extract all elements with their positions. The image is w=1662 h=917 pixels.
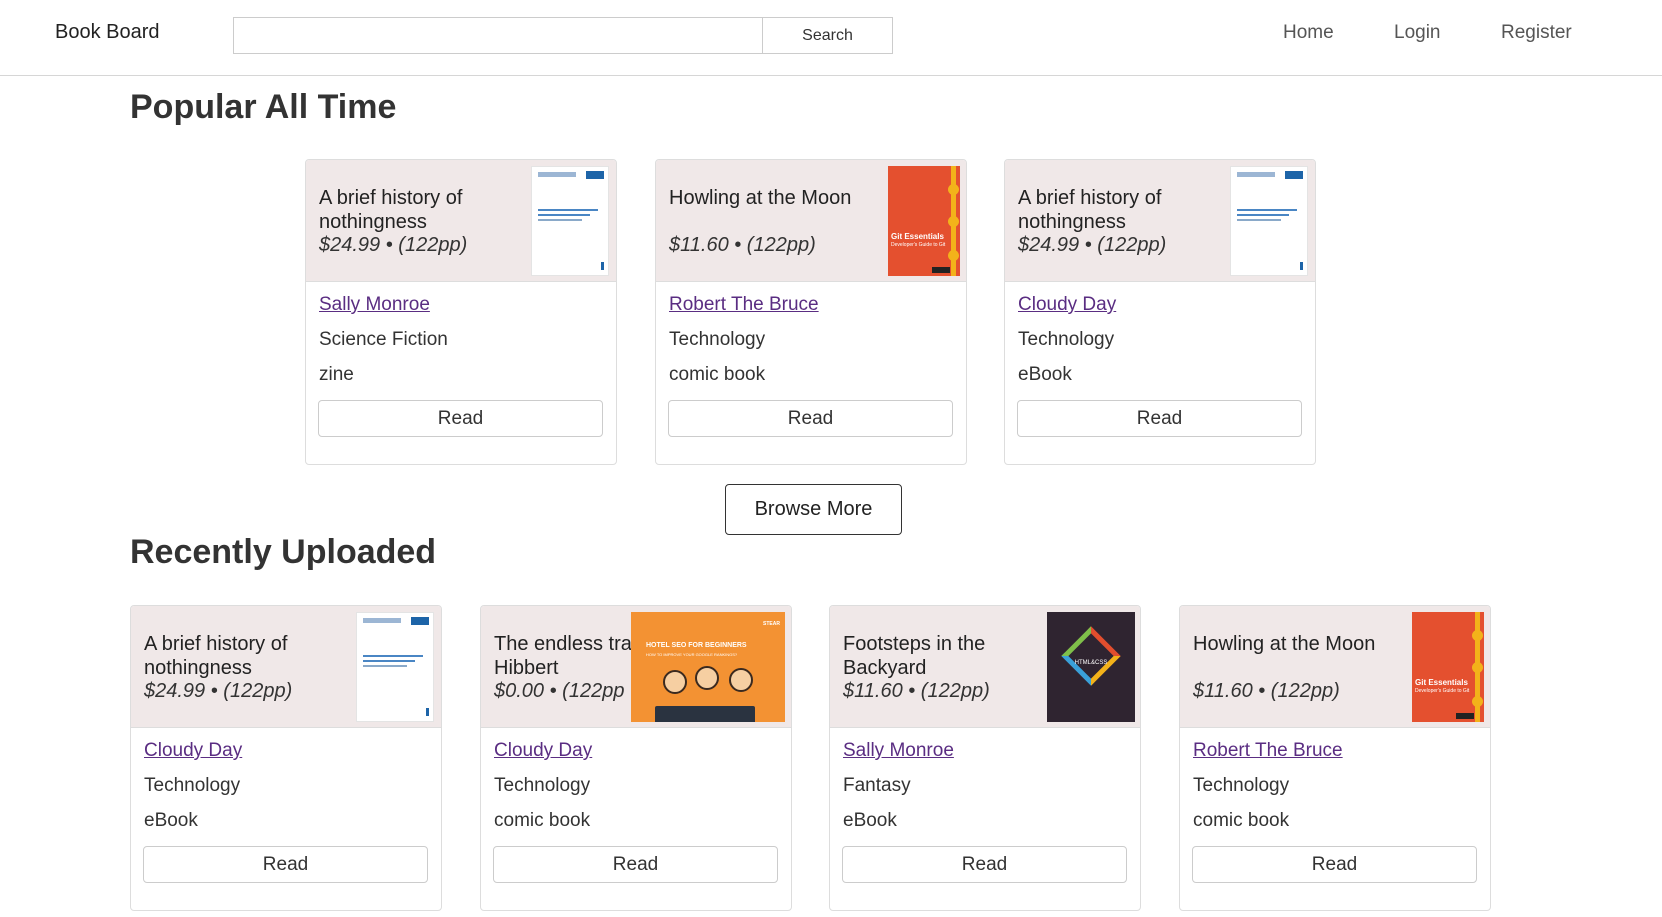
search-input[interactable] (233, 17, 762, 54)
browse-more-button[interactable]: Browse More (725, 484, 902, 535)
book-genre: Technology (144, 775, 241, 796)
book-card: Footsteps in the Backyard $11.60 • (122p… (829, 605, 1141, 911)
document-cover-image (1230, 166, 1308, 276)
book-title: A brief history of nothingness (1018, 187, 1162, 233)
book-format: zine (319, 364, 354, 385)
git-essentials-cover-image: Git Essentials Developer's Guide to Git (888, 166, 960, 276)
book-format: eBook (1018, 364, 1072, 385)
author-link[interactable]: Sally Monroe (843, 740, 954, 762)
read-button[interactable]: Read (668, 400, 953, 437)
nav-register-link[interactable]: Register (1501, 22, 1572, 44)
book-card: A brief history of nothingness $24.99 • … (1004, 159, 1316, 465)
search-button[interactable]: Search (762, 17, 893, 54)
git-essentials-cover-image: Git Essentials Developer's Guide to Git (1412, 612, 1484, 722)
read-button[interactable]: Read (493, 846, 778, 883)
book-price: $24.99 • (122pp) (1018, 234, 1167, 256)
book-card: A brief history of nothingness $24.99 • … (130, 605, 442, 911)
book-genre: Technology (1018, 329, 1115, 350)
book-price: $11.60 • (122pp) (1193, 680, 1340, 702)
book-format: eBook (843, 810, 897, 831)
navbar: Book Board Search Home Login Register (0, 0, 1662, 76)
book-price: $0.00 • (122pp (494, 680, 625, 702)
author-link[interactable]: Robert The Bruce (669, 294, 819, 316)
book-card-header: A brief history of nothingness $24.99 • … (1005, 160, 1315, 282)
book-title: A brief history of nothingness (319, 187, 463, 233)
book-price: $11.60 • (122pp) (843, 680, 990, 702)
book-card-header: A brief history of nothingness $24.99 • … (131, 606, 441, 728)
book-price: $11.60 • (122pp) (669, 234, 816, 256)
book-card-header: Footsteps in the Backyard $11.60 • (122p… (830, 606, 1140, 728)
book-card-header: The endless tra of Hibbert $0.00 • (122p… (481, 606, 791, 728)
book-title: Footsteps in the Backyard (843, 633, 986, 679)
document-cover-image (356, 612, 434, 722)
read-button[interactable]: Read (1192, 846, 1477, 883)
author-link[interactable]: Cloudy Day (1018, 294, 1116, 316)
book-title: Howling at the Moon (669, 187, 852, 209)
book-card-header: Howling at the Moon $11.60 • (122pp) Git… (1180, 606, 1490, 728)
book-title: A brief history of nothingness (144, 633, 288, 679)
hotel-seo-cover-image: STEAR HOTEL SEO FOR BEGINNERS HOW TO IMP… (631, 612, 785, 722)
book-genre: Fantasy (843, 775, 911, 796)
book-genre: Technology (1193, 775, 1290, 796)
book-format: comic book (669, 364, 766, 385)
book-card: Howling at the Moon $11.60 • (122pp) Git… (1179, 605, 1491, 911)
popular-section-title: Popular All Time (130, 88, 397, 126)
read-button[interactable]: Read (1017, 400, 1302, 437)
book-format: comic book (1193, 810, 1290, 831)
author-link[interactable]: Cloudy Day (144, 740, 242, 762)
nav-login-link[interactable]: Login (1394, 22, 1441, 44)
book-card: Howling at the Moon $11.60 • (122pp) Git… (655, 159, 967, 465)
book-title: Howling at the Moon (1193, 633, 1376, 655)
nav-home-link[interactable]: Home (1283, 22, 1334, 44)
brand-logo[interactable]: Book Board (55, 21, 160, 44)
book-price: $24.99 • (122pp) (144, 680, 293, 702)
document-cover-image (531, 166, 609, 276)
book-card-header: Howling at the Moon $11.60 • (122pp) Git… (656, 160, 966, 282)
author-link[interactable]: Robert The Bruce (1193, 740, 1343, 762)
book-card: The endless tra of Hibbert $0.00 • (122p… (480, 605, 792, 911)
read-button[interactable]: Read (318, 400, 603, 437)
book-format: eBook (144, 810, 198, 831)
book-card: A brief history of nothingness $24.99 • … (305, 159, 617, 465)
author-link[interactable]: Sally Monroe (319, 294, 430, 316)
recent-section-title: Recently Uploaded (130, 533, 437, 571)
book-format: comic book (494, 810, 591, 831)
book-genre: Science Fiction (319, 329, 448, 350)
read-button[interactable]: Read (842, 846, 1127, 883)
author-link[interactable]: Cloudy Day (494, 740, 592, 762)
read-button[interactable]: Read (143, 846, 428, 883)
book-genre: Technology (669, 329, 766, 350)
book-price: $24.99 • (122pp) (319, 234, 468, 256)
book-card-header: A brief history of nothingness $24.99 • … (306, 160, 616, 282)
html-css-cover-image: HTML&CSS (1047, 612, 1135, 722)
book-genre: Technology (494, 775, 591, 796)
